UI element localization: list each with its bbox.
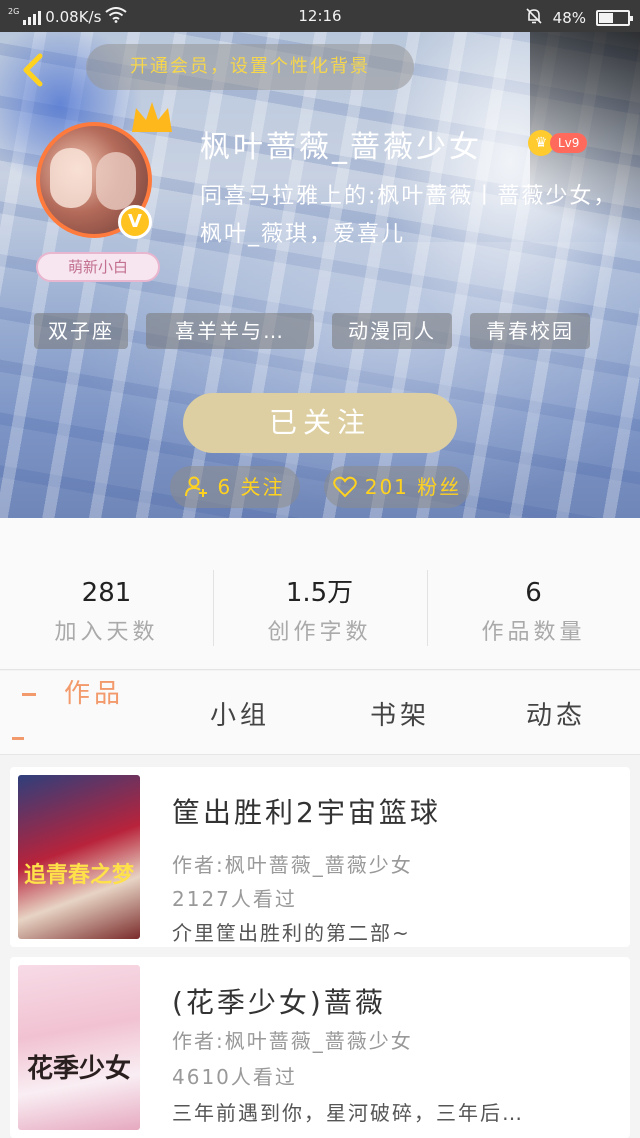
tab-groups[interactable]: 小组	[210, 695, 270, 732]
stat-label: 加入天数	[54, 620, 159, 645]
heart-icon	[332, 476, 357, 498]
stat-value: 1.5万	[285, 578, 354, 608]
work-views: 4610人看过	[172, 1065, 297, 1089]
nickname: 枫叶蔷薇_蔷薇少女	[200, 130, 482, 165]
stat-label: 作品数量	[481, 620, 586, 645]
add-user-icon	[185, 476, 208, 497]
work-title: 筐出胜利2宇宙篮球	[172, 796, 441, 829]
stat-label: 创作字数	[267, 620, 372, 645]
work-author: 作者:枫叶蔷薇_蔷薇少女	[172, 853, 413, 877]
stats-row: 281 加入天数 1.5万 创作字数 6 作品数量	[0, 518, 640, 670]
cover-title: 追青春之梦	[23, 863, 134, 888]
vip-background-banner[interactable]: 开通会员，设置个性化背景	[86, 44, 414, 90]
work-author: 作者:枫叶蔷薇_蔷薇少女	[172, 1029, 413, 1053]
tab-indicator	[12, 737, 24, 740]
back-button[interactable]	[14, 50, 54, 90]
fans-label: 201 粉丝	[364, 475, 462, 499]
battery-percent: 48%	[552, 9, 586, 27]
crown-icon	[128, 98, 176, 138]
tag-item[interactable]: 喜羊羊与…	[146, 313, 314, 349]
cover-title: 花季少女	[26, 1053, 131, 1084]
work-title: (花季少女)蔷薇	[172, 986, 386, 1019]
mute-bell-icon	[525, 7, 543, 29]
work-card[interactable]: 花季少女 (花季少女)蔷薇 作者:枫叶蔷薇_蔷薇少女 4610人看过 三年前遇到…	[10, 957, 630, 1138]
following-label: 6 关注	[217, 475, 285, 499]
tab-bookshelf[interactable]: 书架	[370, 695, 430, 732]
stat-word-count: 1.5万 创作字数	[213, 576, 426, 646]
fans-count-button[interactable]: 201 粉丝	[324, 466, 470, 508]
battery-icon	[596, 10, 633, 26]
work-cover: 追青春之梦	[18, 775, 140, 939]
newbie-tag: 萌新小白	[36, 252, 160, 282]
tag-item[interactable]: 动漫同人	[332, 313, 452, 349]
work-views: 2127人看过	[172, 887, 297, 911]
stat-value: 6	[525, 578, 542, 608]
chevron-left-icon	[23, 53, 43, 87]
following-count-button[interactable]: 6 关注	[170, 466, 300, 508]
verified-badge-icon: V	[118, 205, 152, 239]
level-label: Lv9	[550, 133, 588, 153]
tab-works[interactable]: 作品	[64, 673, 124, 710]
work-cover: 花季少女	[18, 965, 140, 1130]
stat-join-days: 281 加入天数	[0, 576, 213, 646]
work-description: 介里筐出胜利的第二部~	[172, 921, 411, 945]
work-description: 三年前遇到你，星河破碎，三年后…	[172, 1101, 524, 1125]
tab-bar: 作品 小组 书架 动态	[0, 671, 640, 755]
stat-works-count: 6 作品数量	[427, 576, 640, 646]
works-list: 追青春之梦 筐出胜利2宇宙篮球 作者:枫叶蔷薇_蔷薇少女 2127人看过 介里筐…	[0, 755, 640, 1138]
status-bar: 2G 0.08K/s 12:16 48%	[0, 0, 640, 32]
work-card[interactable]: 追青春之梦 筐出胜利2宇宙篮球 作者:枫叶蔷薇_蔷薇少女 2127人看过 介里筐…	[10, 767, 630, 947]
tag-item[interactable]: 青春校园	[470, 313, 590, 349]
tag-item[interactable]: 双子座	[34, 313, 128, 349]
tab-indicator	[22, 693, 36, 696]
bio: 同喜马拉雅上的:枫叶蔷薇丨蔷薇少女，枫叶_薇琪，爱喜儿	[200, 184, 618, 247]
level-badge: ♛ Lv9	[528, 130, 588, 156]
stat-value: 281	[81, 578, 132, 608]
tab-activity[interactable]: 动态	[526, 695, 586, 732]
follow-button[interactable]: 已关注	[183, 393, 457, 453]
